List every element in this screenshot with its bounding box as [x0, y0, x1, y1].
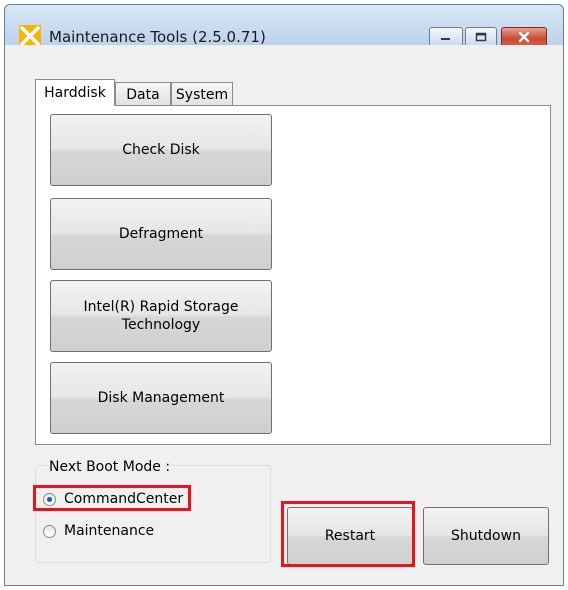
intel-rapid-storage-button[interactable]: Intel(R) Rapid Storage Technology	[50, 280, 272, 352]
disk-management-button[interactable]: Disk Management	[50, 362, 272, 434]
tab-system[interactable]: System	[171, 82, 233, 106]
title-bar[interactable]: Maintenance Tools (2.5.0.71)	[5, 5, 563, 47]
boot-mode-group	[35, 465, 271, 563]
tab-harddisk[interactable]: Harddisk	[35, 79, 115, 106]
close-icon	[502, 28, 546, 46]
harddisk-tab-panel: Check Disk Defragment Intel(R) Rapid Sto…	[35, 105, 551, 445]
defragment-button[interactable]: Defragment	[50, 198, 272, 270]
commandcenter-highlight-box	[33, 485, 191, 511]
client-area: Harddisk Data System Check Disk Defragme…	[5, 45, 563, 585]
app-logo-icon	[19, 25, 41, 47]
shutdown-button[interactable]: Shutdown	[423, 507, 549, 565]
check-disk-button[interactable]: Check Disk	[50, 114, 272, 186]
maximize-button[interactable]	[465, 27, 497, 47]
maximize-icon	[466, 28, 496, 46]
maintenance-radio[interactable]	[43, 524, 56, 538]
maintenance-option[interactable]: Maintenance	[43, 523, 154, 539]
intel-rapid-storage-label: Intel(R) Rapid Storage Technology	[83, 299, 239, 333]
tab-data[interactable]: Data	[115, 82, 171, 106]
minimize-button[interactable]	[429, 27, 463, 47]
window-title: Maintenance Tools (2.5.0.71)	[49, 28, 266, 46]
restart-highlight-box	[281, 501, 415, 567]
minimize-icon	[430, 28, 462, 46]
close-button[interactable]	[501, 27, 547, 47]
maintenance-label: Maintenance	[64, 523, 155, 539]
app-window: Maintenance Tools (2.5.0.71) Harddisk Da…	[4, 4, 564, 586]
boot-mode-label: Next Boot Mode :	[47, 459, 173, 475]
